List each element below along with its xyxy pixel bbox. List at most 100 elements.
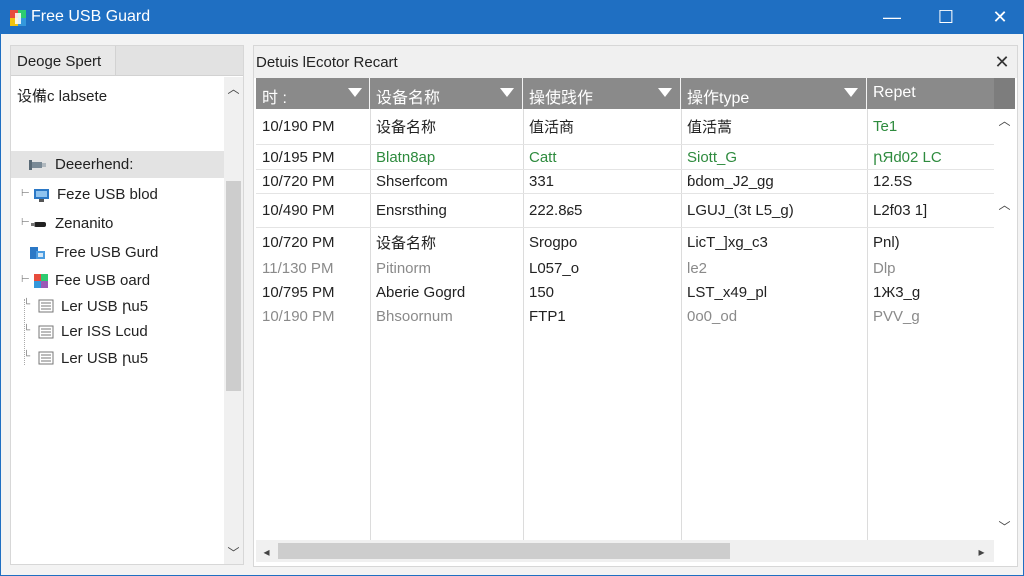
- tree-item-label: Feze USB blod: [57, 186, 158, 203]
- cell-report: ꞃЯd02 LC: [873, 149, 942, 166]
- table-row[interactable]: 10/490 PM Ensrsthing 222.8ɕ5 LGUJ_(3t L5…: [256, 194, 994, 228]
- tree-item[interactable]: Free USB Gurd: [11, 239, 224, 266]
- dropdown-arrow-icon[interactable]: [348, 88, 362, 97]
- cell-report: Te1: [873, 118, 898, 135]
- cell-operation: 值活商: [529, 119, 575, 136]
- tree-item[interactable]: ⊢ Zenanito: [11, 210, 224, 237]
- table-row[interactable]: 10/795 PM Aberie Gogrd 150 LST_x49_pl 1Ж…: [256, 280, 994, 304]
- table-row[interactable]: 10/720 PM 设备名称 Srogpo LicT_]xg_c3 Pnl): [256, 228, 994, 256]
- cell-device: Bhsoornum: [376, 308, 453, 325]
- table-vertical-scrollbar[interactable]: ︿ ︿ ﹀: [994, 109, 1015, 539]
- devices-icon: [30, 247, 45, 259]
- table-body: 10/190 PM 设备名称 值活商 值活蒿 Te1 10/195 PM Bla…: [256, 109, 994, 539]
- column-header-label: Repet: [873, 84, 916, 101]
- column-header-label: 设备名称: [376, 90, 441, 107]
- tab-device-support[interactable]: Deoge Spert: [11, 46, 116, 76]
- table-row[interactable]: 10/190 PM Bhsoornum FTP1 0o0_od PVV_g: [256, 304, 994, 329]
- scroll-down-icon[interactable]: ﹀: [224, 543, 243, 562]
- cell-report: PVV_g: [873, 308, 920, 325]
- tree-item-label: Deeerhend:: [55, 156, 134, 173]
- scroll-down-icon[interactable]: ﹀: [995, 517, 1014, 536]
- column-header-time[interactable]: 时 :: [256, 78, 370, 109]
- tree-item[interactable]: └ Ler USB ꞃu5: [11, 292, 224, 319]
- cell-time: 10/195 PM: [262, 148, 335, 166]
- close-panel-button[interactable]: ✕: [992, 52, 1012, 72]
- header-scroll-corner: [994, 78, 1015, 109]
- column-header-op-type[interactable]: 操作type: [681, 78, 867, 109]
- table-row[interactable]: 10/195 PM Blatn8ap Catt Siott_G ꞃЯd02 LC: [256, 145, 994, 170]
- shield-color-icon: [34, 274, 48, 288]
- scroll-left-icon[interactable]: ◂: [257, 542, 276, 561]
- column-header-report[interactable]: Repet: [867, 78, 994, 109]
- table-row[interactable]: 10/190 PM 设备名称 值活商 值活蒿 Te1: [256, 109, 994, 145]
- table-row[interactable]: 10/720 PM Shserfcom 331 ɓdom_J2_ɡg 12.5S: [256, 170, 994, 194]
- scrollbar-thumb[interactable]: [226, 181, 241, 391]
- log-file-icon: [38, 351, 54, 365]
- cell-device: Shserfcom: [376, 173, 448, 190]
- scroll-up-icon[interactable]: ︿: [995, 195, 1014, 214]
- tree-item-label: Ler USB ꞃu5: [61, 350, 149, 367]
- tree-item-label: Zenanito: [55, 215, 114, 232]
- scroll-right-icon[interactable]: ▸: [972, 542, 991, 561]
- column-header-label: 时 :: [262, 90, 287, 107]
- cell-device: 设备名称: [376, 234, 437, 252]
- scroll-up-icon[interactable]: ︿: [224, 79, 243, 98]
- scroll-up-icon[interactable]: ︿: [995, 111, 1014, 130]
- dropdown-arrow-icon[interactable]: [844, 88, 858, 97]
- tree-item[interactable]: └ Ler ISS Lcud: [11, 318, 224, 345]
- monitor-icon: [34, 189, 49, 202]
- column-header-operation[interactable]: 操使践作: [523, 78, 681, 109]
- cell-operation: Srogpo: [529, 233, 578, 251]
- cell-time: 11/130 PM: [262, 259, 334, 277]
- cell-time: 10/490 PM: [262, 202, 335, 219]
- tree-item[interactable]: └ Ler USB ꞃu5: [11, 344, 224, 371]
- cell-operation: 331: [529, 173, 555, 190]
- cell-operation: L057_o: [529, 259, 580, 277]
- usb-stick-icon: [31, 222, 46, 227]
- cell-report: Pnl): [873, 233, 900, 251]
- cell-time: 10/720 PM: [262, 173, 335, 190]
- cell-device: Ensrsthing: [376, 202, 447, 219]
- device-tree: 设備c labsete Deeerhend: ⊢ Feze USB blod ⊢…: [11, 77, 224, 557]
- details-panel: Detuis lEcotor Recart ✕ 时 : 设备名称 操使践作 操作…: [253, 45, 1018, 567]
- table-horizontal-scrollbar[interactable]: ◂ ▸: [256, 540, 994, 562]
- expand-icon[interactable]: ⊢: [21, 218, 31, 228]
- tree-item[interactable]: ⊢ Fee USB oard: [11, 267, 224, 294]
- cell-report: L2f03 1]: [873, 202, 928, 219]
- expand-icon[interactable]: ⊢: [21, 275, 31, 285]
- tree-item-label: Ler ISS Lcud: [61, 323, 148, 340]
- title-bar[interactable]: Free USB Guard — ☐ ✕: [1, 1, 1023, 34]
- device-panel: Deoge Spert 设備c labsete Deeerhend: ⊢ Fez…: [10, 45, 244, 565]
- tree-scrollbar[interactable]: ︿ ﹀: [224, 77, 243, 564]
- log-file-icon: [38, 299, 54, 313]
- expand-icon[interactable]: ⊢: [21, 189, 31, 199]
- column-header-label: 操使践作: [529, 90, 594, 107]
- usb-drive-icon: [29, 160, 46, 170]
- cell-device: Blatn8ap: [376, 148, 436, 166]
- tree-item[interactable]: ⊢ Feze USB blod: [11, 181, 224, 208]
- dropdown-arrow-icon[interactable]: [658, 88, 672, 97]
- tree-item-selected[interactable]: Deeerhend:: [11, 151, 224, 178]
- tree-item-label: Fee USB oard: [55, 272, 151, 289]
- app-window: Free USB Guard — ☐ ✕ Deoge Spert 设備c lab…: [0, 0, 1024, 576]
- maximize-button[interactable]: ☐: [923, 1, 969, 34]
- cell-op-type: 0o0_od: [687, 308, 738, 325]
- close-window-button[interactable]: ✕: [977, 1, 1023, 34]
- cell-time: 10/190 PM: [262, 308, 335, 325]
- minimize-button[interactable]: —: [869, 1, 915, 34]
- cell-op-type: 值活蒿: [687, 119, 733, 136]
- cell-device: 设备名称: [376, 119, 437, 136]
- table-row[interactable]: 11/130 PM Pitinorm L057_o le2 Dlp: [256, 256, 994, 280]
- cell-operation: 222.8ɕ5: [529, 202, 583, 219]
- cell-op-type: LGUJ_(3t L5_g): [687, 202, 794, 219]
- dropdown-arrow-icon[interactable]: [500, 88, 514, 97]
- tree-branch-icon: └: [23, 299, 31, 310]
- cell-time: 10/720 PM: [262, 233, 335, 251]
- tree-header: 设備c labsete: [17, 88, 108, 105]
- cell-time: 10/795 PM: [262, 283, 335, 301]
- scrollbar-thumb[interactable]: [278, 543, 730, 559]
- table-header: 时 : 设备名称 操使践作 操作type Repet: [256, 78, 994, 109]
- cell-op-type: le2: [687, 259, 708, 277]
- cell-device: Pitinorm: [376, 259, 432, 277]
- column-header-device[interactable]: 设备名称: [370, 78, 523, 109]
